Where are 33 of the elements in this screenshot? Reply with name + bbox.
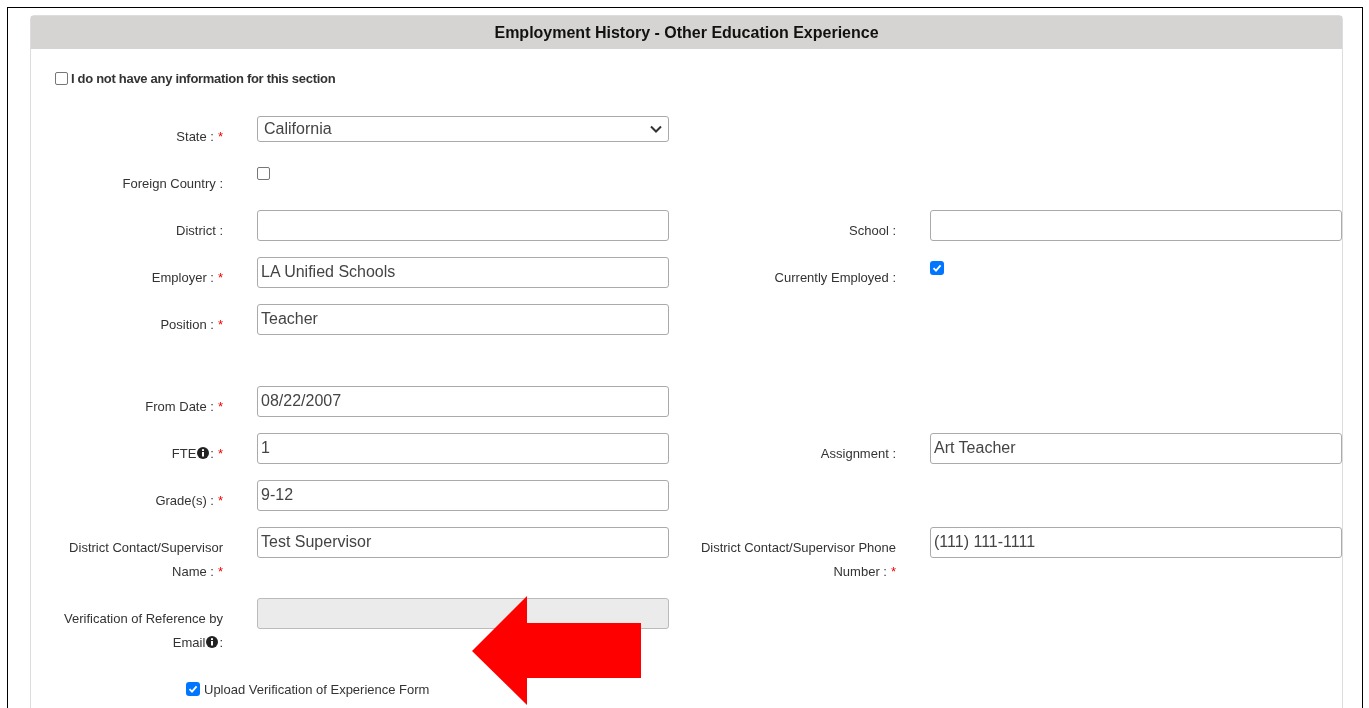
input-field[interactable] [257, 209, 669, 241]
field-label: District Contact/Supervisor Name : * [69, 539, 223, 579]
input-field[interactable]: Test Supervisor [257, 526, 669, 558]
input-field[interactable]: 08/22/2007 [257, 385, 669, 417]
field-label: School : [849, 222, 896, 238]
field-label: Verification of Reference by Email : [64, 610, 223, 650]
input-field[interactable]: Teacher [257, 303, 669, 335]
panel-title: Employment History - Other Education Experience [494, 22, 879, 43]
field-label: District : [176, 222, 223, 238]
checkbox-label: Upload Verification of Experience Form [204, 680, 430, 699]
input-field[interactable] [930, 209, 1342, 241]
checkbox[interactable] [930, 260, 944, 275]
field-label: Grade(s) : * [155, 492, 223, 508]
input-field[interactable]: (111) 111-1111 [930, 526, 1342, 558]
field-label: Foreign Country : [122, 175, 223, 191]
checkbox-label: I do not have any information for this section [71, 70, 336, 88]
field-label: FTE : * [171, 445, 223, 461]
input-field[interactable]: Art Teacher [930, 432, 1342, 464]
chevron-down-icon [650, 124, 662, 133]
field-label: Currently Employed : [774, 269, 896, 285]
input-field[interactable]: LA Unified Schools [257, 256, 669, 288]
field-label: Assignment : [820, 445, 896, 461]
field-label: Employer : * [151, 269, 223, 285]
input-field[interactable]: 9-12 [257, 479, 669, 511]
field-label: State : * [176, 128, 223, 144]
field-label: From Date : * [145, 398, 223, 414]
field-label: Position : * [160, 316, 223, 332]
state-select[interactable]: California [257, 115, 669, 142]
input-field[interactable]: 1 [257, 432, 669, 464]
checkbox[interactable] [55, 72, 68, 86]
checkbox[interactable] [257, 166, 270, 180]
field-label: District Contact/Supervisor Phone Number : * [700, 539, 896, 579]
checkbox[interactable] [186, 682, 200, 697]
